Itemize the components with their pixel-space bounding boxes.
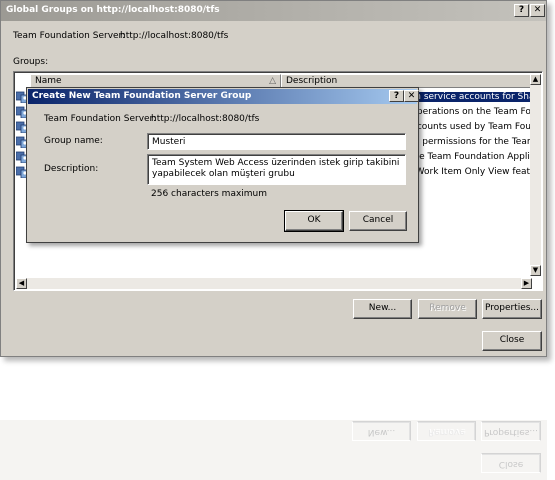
dialog-server-label: Team Foundation Server: [44, 114, 157, 124]
create-group-dialog: Create New Team Foundation Server Group … [26, 87, 419, 243]
reflection-new-button: New... [352, 421, 411, 441]
sort-ascending-icon: △ [269, 76, 276, 86]
reflection-content: Close New... Remove Properties... [0, 358, 547, 480]
group-name-label: Group name: [44, 136, 103, 146]
reflection-remove-button: Remove [417, 421, 476, 441]
characters-maximum-note: 256 characters maximum [151, 189, 268, 199]
scroll-left-icon[interactable]: ◀ [16, 278, 27, 289]
dialog-help-button[interactable]: ? [389, 90, 404, 102]
server-label: Team Foundation Server: [13, 31, 126, 41]
group-name-input[interactable]: Musteri [147, 133, 406, 150]
remove-button[interactable]: Remove [418, 299, 477, 319]
new-button[interactable]: New... [353, 299, 412, 319]
help-button[interactable]: ? [514, 4, 529, 17]
cancel-button[interactable]: Cancel [349, 211, 407, 231]
reflection-close-button: Close [481, 453, 541, 473]
dialog-server-url: http://localhost:8080/tfs [151, 114, 260, 124]
dialog-titlebar[interactable]: Create New Team Foundation Server Group … [28, 89, 419, 104]
vertical-scrollbar[interactable]: ▲ ▼ [530, 74, 541, 276]
description-input[interactable]: Team System Web Access üzerinden istek g… [147, 154, 406, 185]
scroll-down-icon[interactable]: ▼ [530, 265, 541, 276]
properties-button[interactable]: Properties... [482, 299, 542, 319]
dialog-title: Create New Team Foundation Server Group [32, 91, 252, 101]
horizontal-scrollbar[interactable]: ◀ ▶ [16, 278, 532, 289]
window-titlebar[interactable]: Global Groups on http://localhost:8080/t… [1, 1, 546, 21]
groups-label: Groups: [13, 57, 49, 67]
window-reflection: Close New... Remove Properties... [0, 358, 555, 480]
server-url: http://localhost:8080/tfs [120, 31, 229, 41]
ok-button[interactable]: OK [284, 210, 344, 232]
column-header-name-label: Name [35, 76, 62, 86]
scroll-up-icon[interactable]: ▲ [530, 74, 541, 85]
dialog-close-button[interactable]: ✕ [404, 90, 419, 102]
window-close-button[interactable]: ✕ [530, 4, 545, 17]
close-button[interactable]: Close [482, 331, 542, 351]
window-title: Global Groups on http://localhost:8080/t… [6, 5, 220, 15]
reflection-panel [0, 420, 547, 480]
reflection-properties-button: Properties... [481, 421, 541, 441]
column-header-description[interactable]: Description [281, 74, 532, 88]
description-label: Description: [44, 164, 99, 174]
scroll-right-icon[interactable]: ▶ [521, 278, 532, 289]
column-header-name[interactable]: Name △ [30, 74, 281, 88]
